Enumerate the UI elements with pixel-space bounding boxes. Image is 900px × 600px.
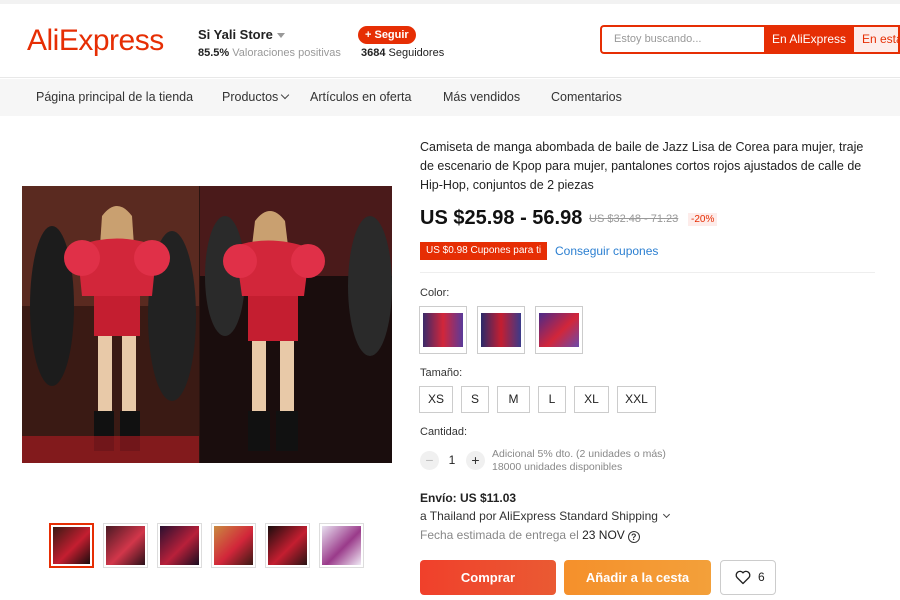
rating-percent: 85.5%	[198, 47, 230, 59]
nav-best-sellers[interactable]: Más vendidos	[443, 90, 520, 104]
stock-available: 18000 unidades disponibles	[492, 461, 623, 473]
product-price: US $25.98 - 56.98	[420, 207, 583, 229]
quantity-value[interactable]: 1	[446, 453, 458, 467]
product-title: Camiseta de manga abombada de baile de J…	[420, 140, 864, 192]
nav-deals[interactable]: Artículos en oferta	[310, 90, 411, 104]
followers-label: Seguidores	[388, 47, 445, 59]
follow-button[interactable]: + Seguir	[358, 26, 416, 44]
store-nav: Página principal de la tienda Productos …	[0, 79, 900, 116]
buy-now-button[interactable]: Comprar	[420, 560, 556, 595]
store-name[interactable]: Si Yali Store	[198, 27, 285, 42]
quantity-note: Adicional 5% dto. (2 unidades o más) 180…	[492, 448, 666, 474]
question-icon[interactable]: ?	[627, 531, 640, 543]
followers-count: 3684	[361, 47, 386, 59]
thumbnail[interactable]	[49, 523, 94, 568]
color-label: Color:	[420, 287, 450, 299]
nav-products[interactable]: Productos	[222, 90, 290, 104]
chevron-down-icon[interactable]	[281, 90, 290, 100]
top-bar	[0, 0, 900, 4]
wishlist-button[interactable]: 6	[720, 560, 776, 595]
followers: 3684 Seguidores	[361, 47, 444, 59]
size-option-s[interactable]: S	[461, 386, 489, 413]
store-header: AliExpress Si Yali Store 85.5% Valoracio…	[0, 0, 900, 78]
bulk-discount-note: Adicional 5% dto. (2 unidades o más)	[492, 448, 666, 460]
add-to-cart-button[interactable]: Añadir a la cesta	[564, 560, 711, 595]
size-option-m[interactable]: M	[497, 386, 530, 413]
divider	[420, 272, 875, 273]
store-rating: 85.5% Valoraciones positivas	[198, 47, 341, 59]
quantity-decrease-button[interactable]: −	[420, 451, 439, 470]
get-coupons-link[interactable]: Conseguir cupones	[555, 244, 658, 258]
shipping-destination[interactable]: a Thailand por AliExpress Standard Shipp…	[420, 509, 670, 523]
size-option-xl[interactable]: XL	[574, 386, 609, 413]
size-option-l[interactable]: L	[538, 386, 566, 413]
thumbnail[interactable]	[103, 523, 148, 568]
thumbnail[interactable]	[157, 523, 202, 568]
thumbnail[interactable]	[211, 523, 256, 568]
color-swatch[interactable]	[419, 306, 467, 354]
heart-icon[interactable]	[735, 570, 751, 585]
nav-store-home[interactable]: Página principal de la tienda	[36, 90, 193, 104]
shipping-destination-text[interactable]: a Thailand por AliExpress Standard Shipp…	[420, 509, 658, 523]
chevron-down-icon[interactable]	[662, 510, 670, 519]
delivery-date: 23 NOV	[582, 528, 625, 542]
size-option-xxl[interactable]: XXL	[617, 386, 656, 413]
delivery-prefix: Fecha estimada de entrega el	[420, 528, 579, 542]
thumbnail[interactable]	[319, 523, 364, 568]
thumbnail[interactable]	[265, 523, 310, 568]
nav-reviews[interactable]: Comentarios	[551, 90, 622, 104]
quantity-label: Cantidad:	[420, 426, 468, 438]
caret-down-icon[interactable]	[276, 33, 285, 39]
color-swatch[interactable]	[477, 306, 525, 354]
quantity-increase-button[interactable]: +	[466, 451, 485, 470]
size-label: Tamaño:	[420, 367, 463, 379]
delivery-estimate: Fecha estimada de entrega el 23 NOV?	[420, 528, 640, 543]
aliexpress-logo[interactable]: AliExpress	[27, 24, 164, 58]
discount-badge: -20%	[688, 213, 718, 226]
shipping-cost: Envío: US $11.03	[420, 491, 517, 505]
wishlist-count: 6	[758, 570, 765, 584]
rating-label: Valoraciones positivas	[232, 47, 341, 59]
product-photo-right	[200, 186, 392, 463]
product-photo-left	[22, 186, 199, 463]
search-aliexpress-button[interactable]: En AliExpress	[764, 25, 854, 54]
original-price: US $32.48 - 71.23	[589, 213, 679, 225]
search-store-button[interactable]: En esta tienda	[854, 25, 900, 54]
product-main-image[interactable]	[22, 186, 392, 463]
size-option-xs[interactable]: XS	[419, 386, 453, 413]
store-name-text[interactable]: Si Yali Store	[198, 27, 273, 42]
color-swatch[interactable]	[535, 306, 583, 354]
nav-products-label[interactable]: Productos	[222, 90, 278, 104]
search-input[interactable]: Estoy buscando...	[600, 25, 764, 54]
coupon-badge: US $0.98 Cupones para ti	[420, 242, 548, 260]
